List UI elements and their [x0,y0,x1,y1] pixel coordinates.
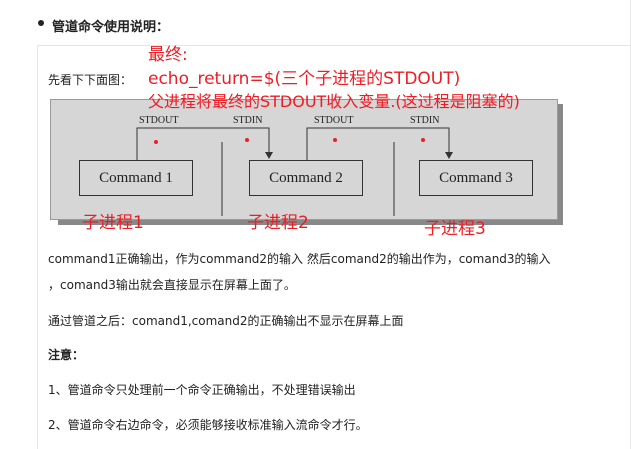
stdin-label-1: STDIN [233,115,263,126]
red-dot-4 [421,138,425,142]
annotation-final: 最终: [148,45,188,65]
pipe-connector-2 [306,127,450,160]
bullet-icon [38,20,44,26]
process-label-1: 子进程1 [82,213,144,233]
note-2: 2、管道命令右边命令，必须能够接收标准输入流命令才行。 [48,418,368,432]
red-dot-1 [154,140,158,144]
stdout-label-2: STDOUT [314,115,354,126]
intro-text: 先看下下面图： [48,73,133,87]
process-label-2: 子进程2 [247,213,309,233]
arrow-head-2 [445,152,453,159]
red-dot-2 [245,138,249,142]
paragraph-2: 通过管道之后：comand1,comand2的正确输出不显示在屏幕上面 [48,314,404,328]
arrow-head-1 [265,152,273,159]
note-1: 1、管道命令只处理前一个命令正确输出，不处理错误输出 [48,383,356,397]
red-dot-3 [333,138,337,142]
annotation-parent: 父进程将最终的STDOUT收入变量.(这过程是阻塞的) [148,92,520,111]
paragraph-1-line-2: ，comand3输出就会直接显示在屏幕上面了。 [48,278,296,292]
process-label-3: 子进程3 [424,219,486,239]
section-title: 管道命令使用说明： [52,20,170,35]
annotation-echo: echo_return=$(三个子进程的STDOUT) [148,69,461,89]
stdout-label-1: STDOUT [139,115,179,126]
stdin-label-2: STDIN [410,115,440,126]
page: 管道命令使用说明： 先看下下面图： STDOUT STDIN STDOUT ST… [0,0,631,449]
command-box-1: Command 1 [79,160,193,196]
pipe-connector-1 [136,127,270,160]
note-title: 注意： [48,348,85,362]
command-box-3: Command 3 [419,160,533,196]
command-box-2: Command 2 [249,160,363,196]
paragraph-1-line-1: command1正确输出，作为command2的输入 然后comand2的输出作… [48,252,551,266]
pipe-diagram: STDOUT STDIN STDOUT STDIN Command 1 Comm… [50,99,558,220]
